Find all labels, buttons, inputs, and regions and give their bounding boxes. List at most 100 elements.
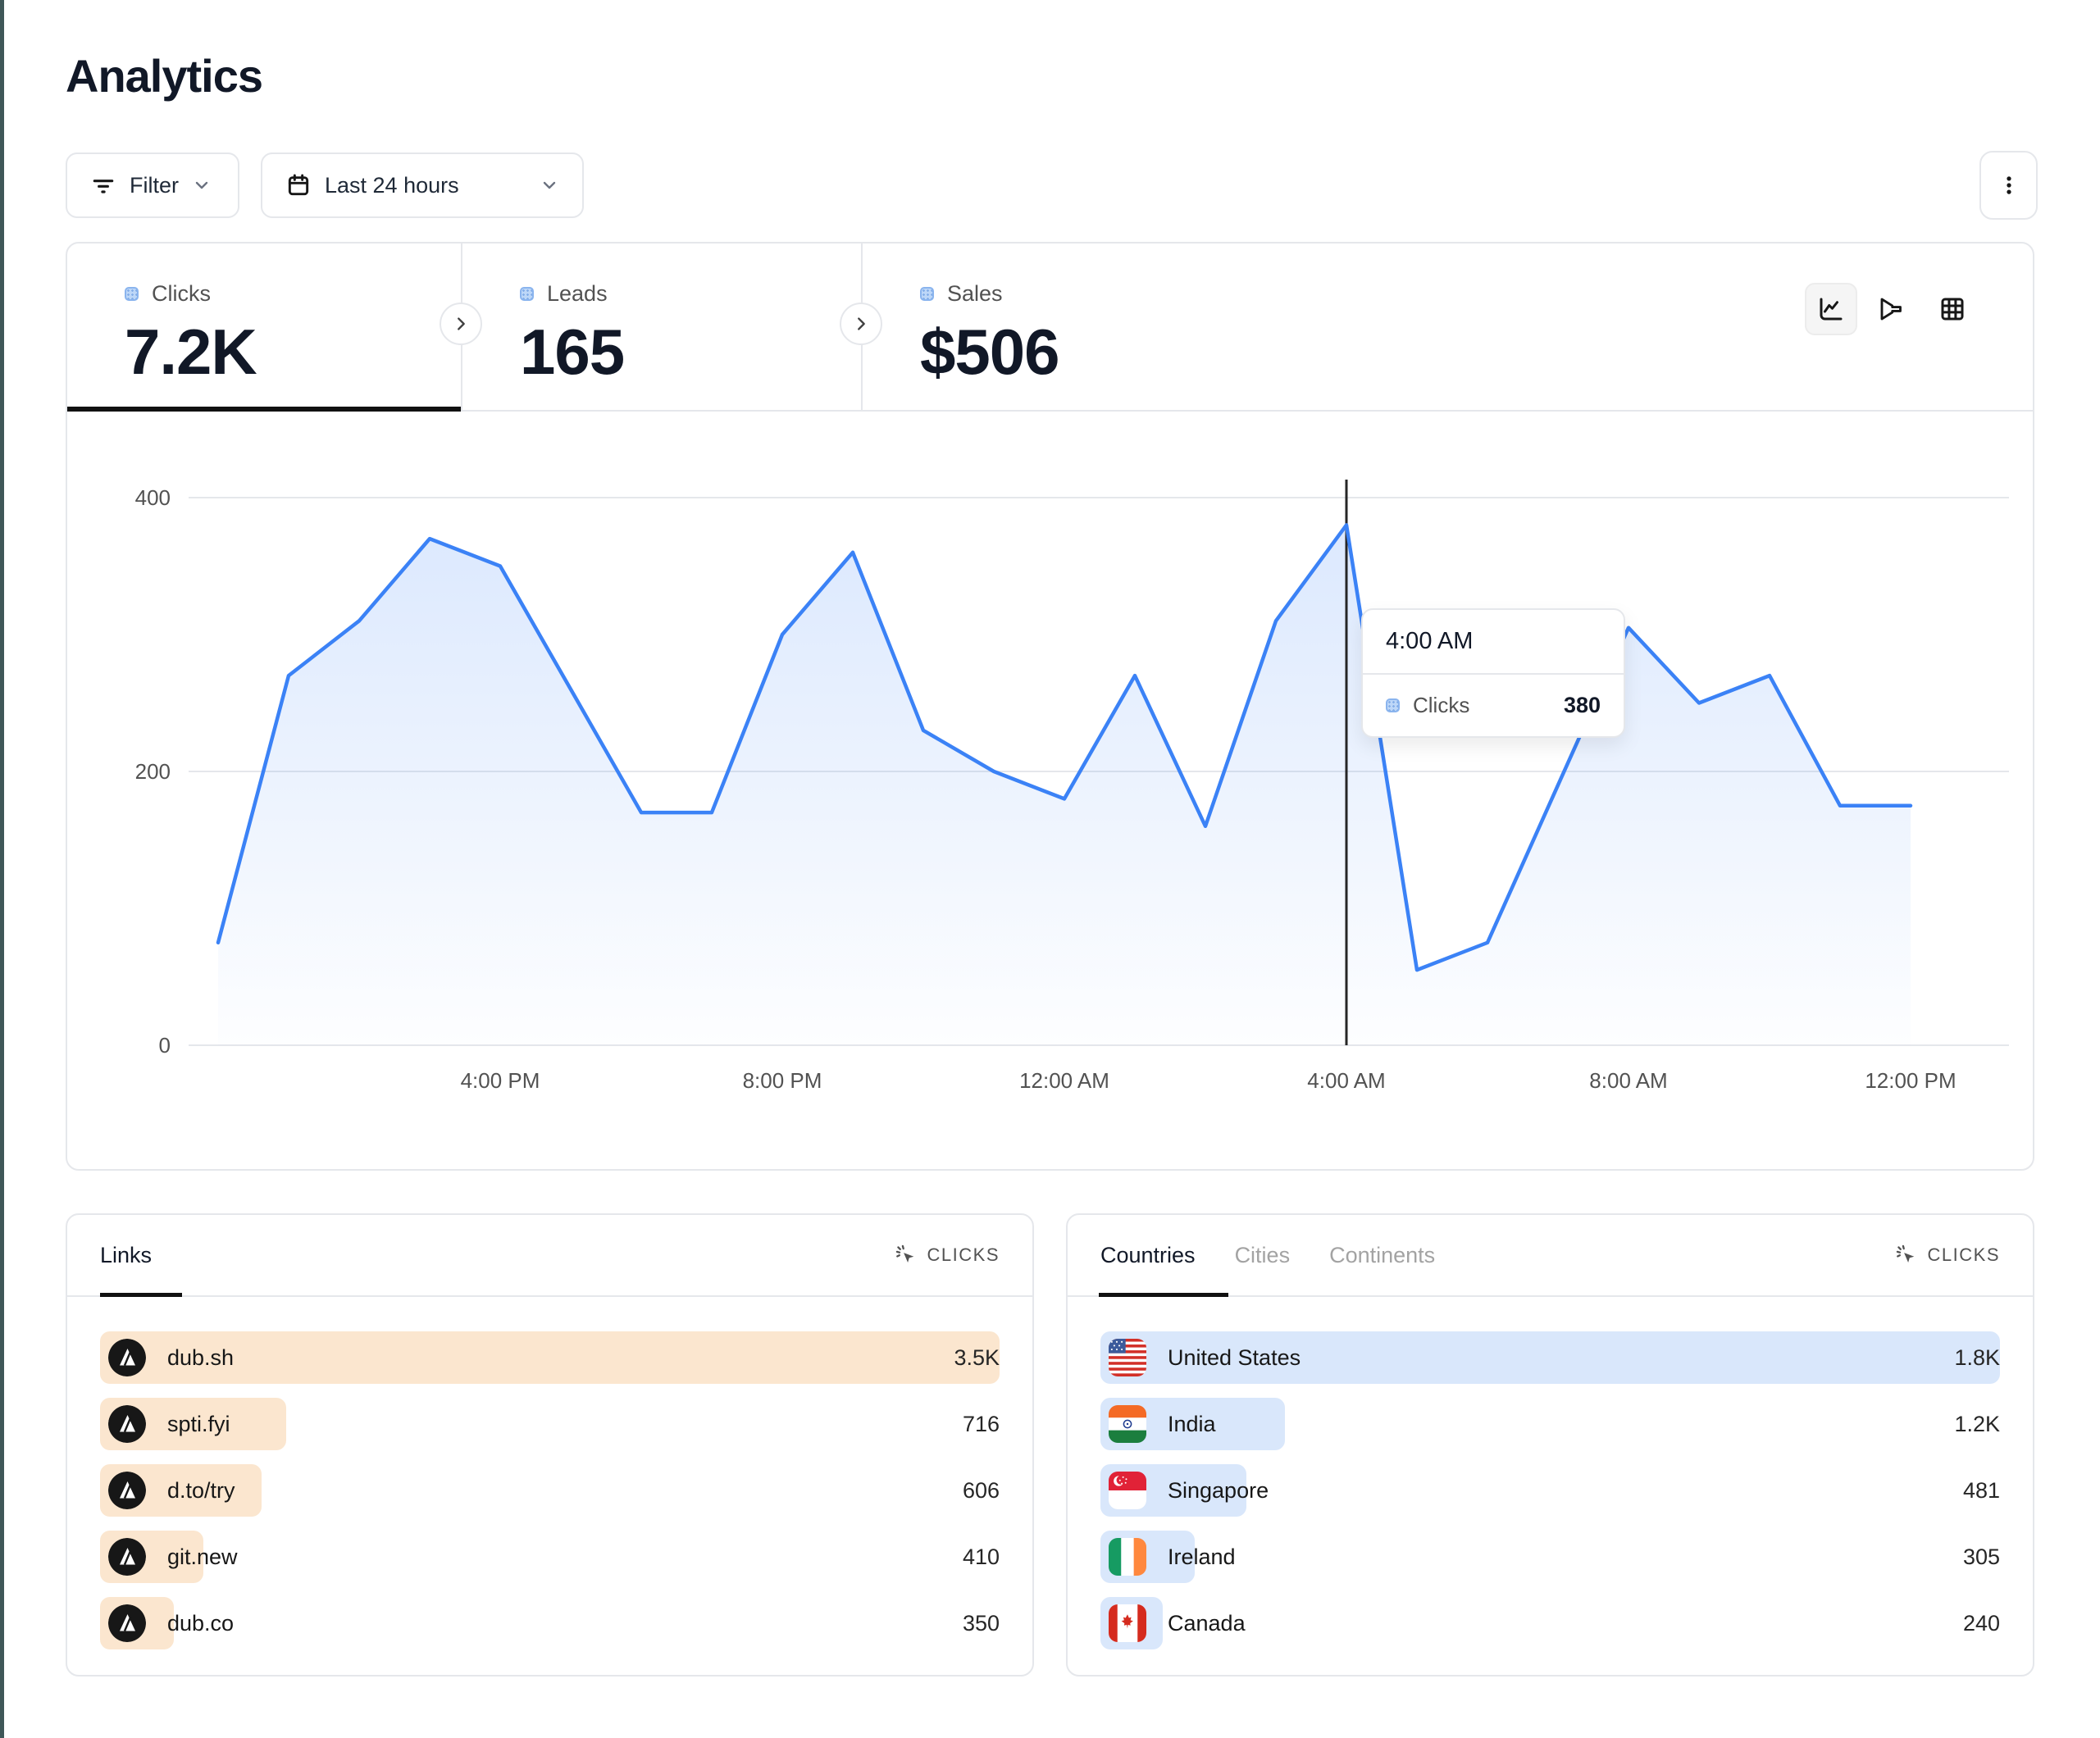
chevron-down-icon [540,175,559,195]
dub-logo-icon [108,1472,146,1509]
chevron-right-icon [452,315,470,333]
list-item-label: United States [1168,1345,1301,1371]
tab-continents[interactable]: Continents [1329,1243,1435,1268]
stat-label: Leads [547,281,608,307]
list-item-value: 240 [1963,1611,2000,1636]
x-axis-tick-label: 4:00 PM [461,1068,540,1093]
list-item-label: Ireland [1168,1545,1236,1570]
click-cursor-icon [895,1244,918,1267]
calendar-icon [285,172,312,198]
list-item[interactable]: Ireland 305 [1100,1531,2000,1583]
countries-rows: United States 1.8K India 1.2K Singapore 481 [1068,1297,2033,1649]
tooltip-value: 380 [1564,693,1601,718]
left-edge-accent [0,0,4,1738]
filter-icon [90,172,116,198]
dub-logo-icon [108,1405,146,1443]
stat-label: Clicks [152,281,211,307]
list-item-label: dub.sh [167,1345,234,1371]
list-item-value: 716 [963,1412,1000,1437]
tab-countries[interactable]: Countries [1100,1243,1196,1268]
filter-button-label: Filter [130,173,179,198]
chart-tooltip: 4:00 AM Clicks 380 [1361,608,1625,738]
list-item-label: dub.co [167,1611,234,1636]
table-view-button[interactable] [1926,283,1979,335]
list-item-label: India [1168,1412,1216,1437]
filter-button[interactable]: Filter [66,152,239,218]
stats-expand-button[interactable] [440,303,482,345]
list-item-label: spti.fyi [167,1412,230,1437]
links-tab-underline [100,1293,182,1297]
tab-clicks[interactable]: Clicks 7.2K [67,243,461,410]
table-icon [1938,294,1967,324]
line-chart-view-button[interactable] [1805,283,1857,335]
tab-sales[interactable]: Sales $506 [861,243,1320,410]
stats-row: Clicks 7.2K Leads 165 Sales $506 [67,243,2033,412]
list-item[interactable]: d.to/try606 [100,1464,1000,1517]
x-axis-tick-label: 8:00 PM [743,1068,822,1093]
date-range-label: Last 24 hours [325,173,459,198]
leads-stat-value: 165 [520,315,861,389]
x-axis-tick-label: 12:00 PM [1865,1068,1956,1093]
click-cursor-icon [1895,1244,1918,1267]
chevron-right-icon [852,315,870,333]
tab-cities[interactable]: Cities [1235,1243,1291,1268]
sales-stat-value: $506 [920,315,1320,389]
chart-area-fill [218,525,1911,1045]
list-item[interactable]: git.new 410 [100,1531,1000,1583]
list-item-label: git.new [167,1545,238,1570]
sales-series-indicator [920,287,934,301]
tooltip-time: 4:00 AM [1363,610,1624,673]
canada-flag-icon [1109,1604,1146,1642]
funnel-view-button[interactable] [1865,283,1918,335]
list-item-value: 305 [1963,1545,2000,1570]
stats-expand-button[interactable] [840,303,882,345]
chart-type-switcher [1805,283,1979,335]
list-item-label: Canada [1168,1611,1246,1636]
list-item-label: Singapore [1168,1478,1269,1504]
list-item[interactable]: spti.fyi 716 [100,1398,1000,1450]
clicks-series-indicator [1386,698,1400,712]
x-axis-tick-label: 8:00 AM [1589,1068,1667,1093]
clicks-stat-value: 7.2K [125,315,461,389]
list-item[interactable]: dub.sh 3.5K [100,1331,1000,1384]
list-item-value: 1.8K [1954,1345,2000,1371]
tooltip-series-label: Clicks [1413,693,1469,718]
list-item[interactable]: United States 1.8K [1100,1331,2000,1384]
tab-leads[interactable]: Leads 165 [461,243,861,410]
clicks-area-chart[interactable]: 02004004:00 PM8:00 PM12:00 AM4:00 AM8:00… [66,410,2034,1172]
links-metric-button[interactable]: CLICKS [895,1244,1000,1267]
list-item-value: 481 [1963,1478,2000,1504]
leads-series-indicator [520,287,534,301]
links-panel-header: Links CLICKS [67,1215,1032,1297]
stat-label: Sales [947,281,1003,307]
countries-panel-header: Countries Cities Continents CLICKS [1068,1215,2033,1297]
chevron-down-icon [192,175,212,195]
list-item[interactable]: dub.co 350 [100,1597,1000,1649]
list-item-value: 350 [963,1611,1000,1636]
more-options-button[interactable] [1979,151,2038,220]
links-metric-label: CLICKS [927,1244,1000,1266]
singapore-flag-icon [1109,1472,1146,1509]
list-item-value: 410 [963,1545,1000,1570]
ireland-flag-icon [1109,1538,1146,1576]
line-chart-icon [1816,294,1846,324]
countries-metric-label: CLICKS [1928,1244,2000,1266]
y-axis-tick-label: 400 [135,485,171,510]
dub-logo-icon [108,1339,146,1376]
list-item-value: 1.2K [1954,1412,2000,1437]
list-item[interactable]: India 1.2K [1100,1398,2000,1450]
value-bar [100,1331,1000,1384]
countries-metric-button[interactable]: CLICKS [1895,1244,2000,1267]
list-item[interactable]: Singapore 481 [1100,1464,2000,1517]
list-item-value: 3.5K [954,1345,1000,1371]
date-range-button[interactable]: Last 24 hours [261,152,584,218]
us-flag-icon [1109,1339,1146,1376]
kebab-menu-icon [1997,173,2021,198]
tab-links[interactable]: Links [100,1243,152,1268]
y-axis-tick-label: 0 [159,1033,171,1058]
india-flag-icon [1109,1405,1146,1443]
countries-panel: Countries Cities Continents CLICKS [1066,1213,2034,1677]
analytics-page: Analytics Filter Last 24 hours [0,0,2100,1738]
list-item[interactable]: Canada 240 [1100,1597,2000,1649]
links-rows: dub.sh 3.5K spti.fyi 716 d.to/try606 git.n… [67,1297,1032,1649]
